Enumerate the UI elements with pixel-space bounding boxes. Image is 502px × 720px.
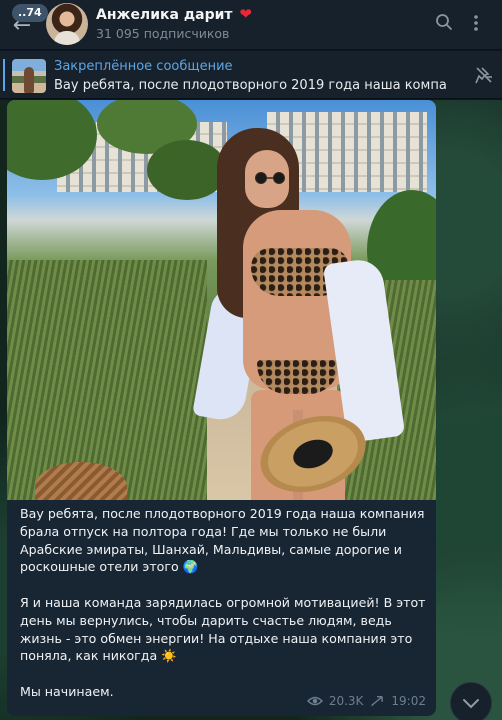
post-time: 19:02	[391, 694, 426, 708]
grass	[7, 260, 207, 500]
heart-emoji: ❤	[239, 5, 252, 23]
sunglasses	[255, 172, 285, 184]
eye-icon	[306, 696, 323, 706]
channel-title-text: Анжелика дарит	[96, 7, 233, 23]
view-count: 20.3K	[328, 694, 364, 708]
post-photo[interactable]	[7, 100, 436, 500]
search-button[interactable]	[432, 13, 456, 37]
pinned-message-bar[interactable]: Закреплённое сообщение Вау ребята, после…	[0, 51, 502, 99]
channel-post[interactable]: Вау ребята, после плодотворного 2019 год…	[7, 100, 436, 716]
post-paragraph: Вау ребята, после плодотворного 2019 год…	[20, 506, 425, 575]
pinned-indicator	[3, 59, 5, 91]
forward-icon[interactable]	[369, 695, 385, 707]
post-paragraph: Я и наша команда зарядилась огромной мот…	[20, 594, 426, 664]
channel-avatar[interactable]	[46, 3, 88, 45]
chat-header: ← ..74 Анжелика дарит ❤ 31 095 подписчик…	[0, 0, 502, 50]
post-text: Вау ребята, после плодотворного 2019 год…	[20, 505, 426, 716]
unpin-button[interactable]	[474, 65, 494, 85]
more-menu-button[interactable]	[464, 13, 488, 37]
search-icon	[436, 14, 452, 30]
pinned-thumbnail	[12, 59, 46, 93]
pinned-label: Закреплённое сообщение	[54, 59, 233, 74]
tree	[147, 140, 227, 200]
unread-badge: ..74	[12, 4, 48, 22]
chevron-down-icon	[463, 699, 479, 709]
subscriber-count: 31 095 подписчиков	[96, 26, 230, 41]
post-meta: 20.3K 19:02	[306, 694, 426, 708]
pinned-text: Вау ребята, после плодотворного 2019 год…	[54, 78, 446, 93]
unpin-icon	[475, 67, 492, 84]
more-vertical-icon	[474, 15, 478, 31]
channel-title[interactable]: Анжелика дарит ❤	[96, 5, 252, 23]
scroll-to-bottom-button[interactable]	[450, 682, 492, 720]
